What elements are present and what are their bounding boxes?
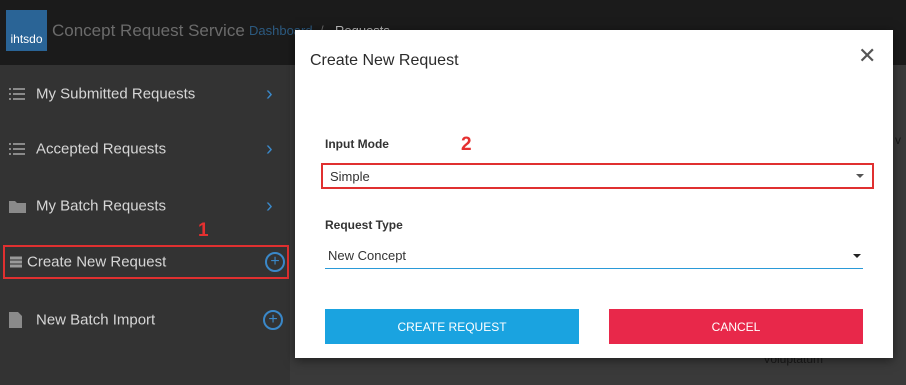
plus-circle-icon[interactable]: +	[263, 309, 283, 330]
chevron-right-icon[interactable]: ›	[266, 84, 273, 104]
annotation-marker-1: 1	[198, 220, 209, 241]
annotation-marker-2: 2	[461, 134, 472, 155]
caret-down-icon	[856, 174, 864, 178]
table-icon	[10, 256, 22, 268]
input-mode-value: Simple	[330, 168, 370, 184]
modal-title: Create New Request	[310, 52, 459, 69]
logo[interactable]: ihtsdo	[6, 10, 47, 51]
input-mode-select[interactable]: Simple	[321, 163, 874, 189]
sidebar-item-label: My Submitted Requests	[36, 85, 196, 102]
sidebar-item-my-batch-requests[interactable]: My Batch Requests ›	[0, 177, 290, 234]
sidebar-item-my-submitted-requests[interactable]: My Submitted Requests ›	[0, 65, 290, 122]
plus-circle-icon[interactable]: +	[265, 252, 285, 272]
create-request-modal: Create New Request ✕ Input Mode 2 Simple…	[295, 30, 893, 358]
request-type-value: New Concept	[328, 248, 407, 263]
chevron-right-icon[interactable]: ›	[266, 139, 273, 159]
sidebar: My Submitted Requests › Accepted Request…	[0, 65, 290, 385]
sidebar-item-new-batch-import[interactable]: New Batch Import +	[0, 291, 290, 348]
file-icon	[9, 311, 22, 328]
input-mode-label: Input Mode	[325, 137, 389, 151]
sidebar-item-label: Accepted Requests	[36, 140, 167, 157]
request-type-select[interactable]: New Concept	[325, 243, 863, 269]
caret-down-icon	[853, 253, 861, 258]
background-column-text: v	[895, 133, 901, 147]
close-icon[interactable]: ✕	[858, 45, 876, 67]
sidebar-item-label: Create New Request	[27, 253, 167, 271]
request-type-label: Request Type	[325, 218, 403, 232]
folder-icon	[9, 199, 26, 213]
sidebar-item-create-new-request[interactable]: Create New Request +	[3, 245, 289, 279]
chevron-right-icon[interactable]: ›	[266, 196, 273, 216]
app-title: Concept Request Service	[52, 21, 245, 40]
sidebar-item-label: New Batch Import	[36, 311, 156, 328]
cancel-button[interactable]: CANCEL	[609, 309, 863, 344]
list-icon	[9, 87, 25, 101]
create-request-button[interactable]: CREATE REQUEST	[325, 309, 579, 344]
sidebar-item-accepted-requests[interactable]: Accepted Requests ›	[0, 120, 290, 177]
logo-text: ihtsdo	[10, 32, 43, 46]
sidebar-item-label: My Batch Requests	[36, 197, 167, 214]
list-icon	[9, 142, 25, 156]
